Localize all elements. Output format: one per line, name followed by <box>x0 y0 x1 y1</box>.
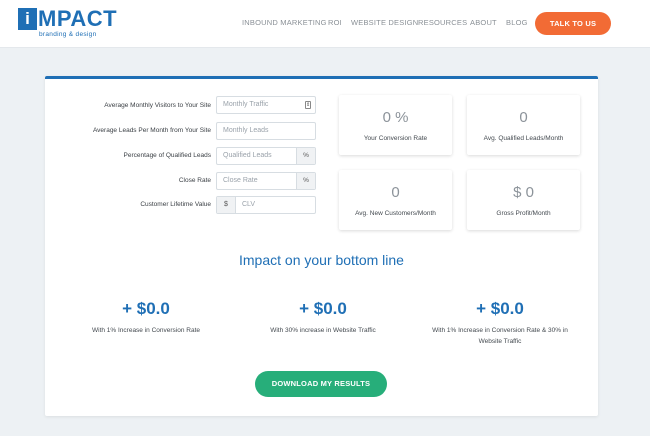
qualified-leads-stat-label: Avg. Qualified Leads/Month <box>483 135 564 142</box>
monthly-leads-label: Average Leads Per Month from Your Site <box>92 127 211 134</box>
result-value: + $0.0 <box>122 299 170 318</box>
conversion-increase-result: + $0.0 With 1% Increase in Conversion Ra… <box>66 297 226 336</box>
impact-logo[interactable]: i MPACT branding & design <box>18 8 117 38</box>
monthly-traffic-placeholder: Monthly Traffic <box>223 101 269 108</box>
nav-resources[interactable]: RESOURCES <box>418 18 467 27</box>
combined-increase-result: + $0.0 With 1% Increase in Conversion Ra… <box>420 297 580 347</box>
traffic-increase-result: + $0.0 With 30% increase in Website Traf… <box>243 297 403 336</box>
new-customers-card: 0 Avg. New Customers/Month <box>339 170 452 230</box>
nav-blog[interactable]: BLOG <box>506 18 528 27</box>
talk-to-us-button[interactable]: TALK TO US <box>535 12 611 35</box>
clv-input[interactable]: $ CLV <box>216 196 316 214</box>
result-value: + $0.0 <box>476 299 524 318</box>
logo-box-letter: i <box>18 8 37 30</box>
logo-subtitle: branding & design <box>39 31 97 38</box>
new-customers-value: 0 <box>391 184 400 201</box>
conversion-rate-value: 0 % <box>382 109 409 126</box>
qualified-leads-placeholder: Qualified Leads <box>223 152 272 159</box>
impact-title: Impact on your bottom line <box>239 252 404 268</box>
percent-suffix: % <box>296 173 315 189</box>
monthly-traffic-input[interactable]: Monthly Traffic ⇕ <box>216 96 316 114</box>
monthly-leads-placeholder: Monthly Leads <box>223 127 269 134</box>
conversion-rate-card: 0 % Your Conversion Rate <box>339 95 452 155</box>
logo-text: MPACT <box>38 6 118 31</box>
nav-about[interactable]: ABOUT <box>470 18 497 27</box>
qualified-leads-label: Percentage of Qualified Leads <box>123 152 211 159</box>
percent-suffix: % <box>296 148 315 164</box>
qualified-leads-value: 0 <box>519 109 528 126</box>
close-rate-label: Close Rate <box>178 177 211 184</box>
new-customers-label: Avg. New Customers/Month <box>355 210 436 217</box>
gross-profit-value: $ 0 <box>513 184 534 201</box>
download-results-button[interactable]: DOWNLOAD MY RESULTS <box>255 371 387 397</box>
nav-roi[interactable]: ROI <box>328 18 342 27</box>
qualified-leads-input[interactable]: Qualified Leads % <box>216 147 316 165</box>
result-value: + $0.0 <box>299 299 347 318</box>
roi-calculator-card: Average Monthly Visitors to Your Site Mo… <box>45 76 598 416</box>
monthly-leads-input[interactable]: Monthly Leads <box>216 122 316 140</box>
result-description: With 1% Increase in Conversion Rate <box>91 327 201 334</box>
gross-profit-card: $ 0 Gross Profit/Month <box>467 170 580 230</box>
site-header: i MPACT branding & design INBOUND MARKET… <box>0 0 650 48</box>
clv-placeholder: CLV <box>242 201 256 208</box>
result-description: With 1% Increase in Conversion Rate & 30… <box>432 327 568 345</box>
nav-inbound-marketing[interactable]: INBOUND MARKETING <box>242 18 327 27</box>
conversion-rate-label: Your Conversion Rate <box>363 135 428 142</box>
nav-website-design[interactable]: WEBSITE DESIGN <box>351 18 418 27</box>
monthly-visitors-label: Average Monthly Visitors to Your Site <box>104 102 211 109</box>
close-rate-input[interactable]: Close Rate % <box>216 172 316 190</box>
lifetime-value-label: Customer Lifetime Value <box>140 201 211 208</box>
result-description: With 30% increase in Website Traffic <box>270 327 376 334</box>
dollar-prefix: $ <box>217 197 236 213</box>
qualified-leads-card: 0 Avg. Qualified Leads/Month <box>467 95 580 155</box>
close-rate-placeholder: Close Rate <box>223 177 258 184</box>
number-spinner-icon[interactable]: ⇕ <box>305 101 311 109</box>
gross-profit-label: Gross Profit/Month <box>496 210 551 217</box>
